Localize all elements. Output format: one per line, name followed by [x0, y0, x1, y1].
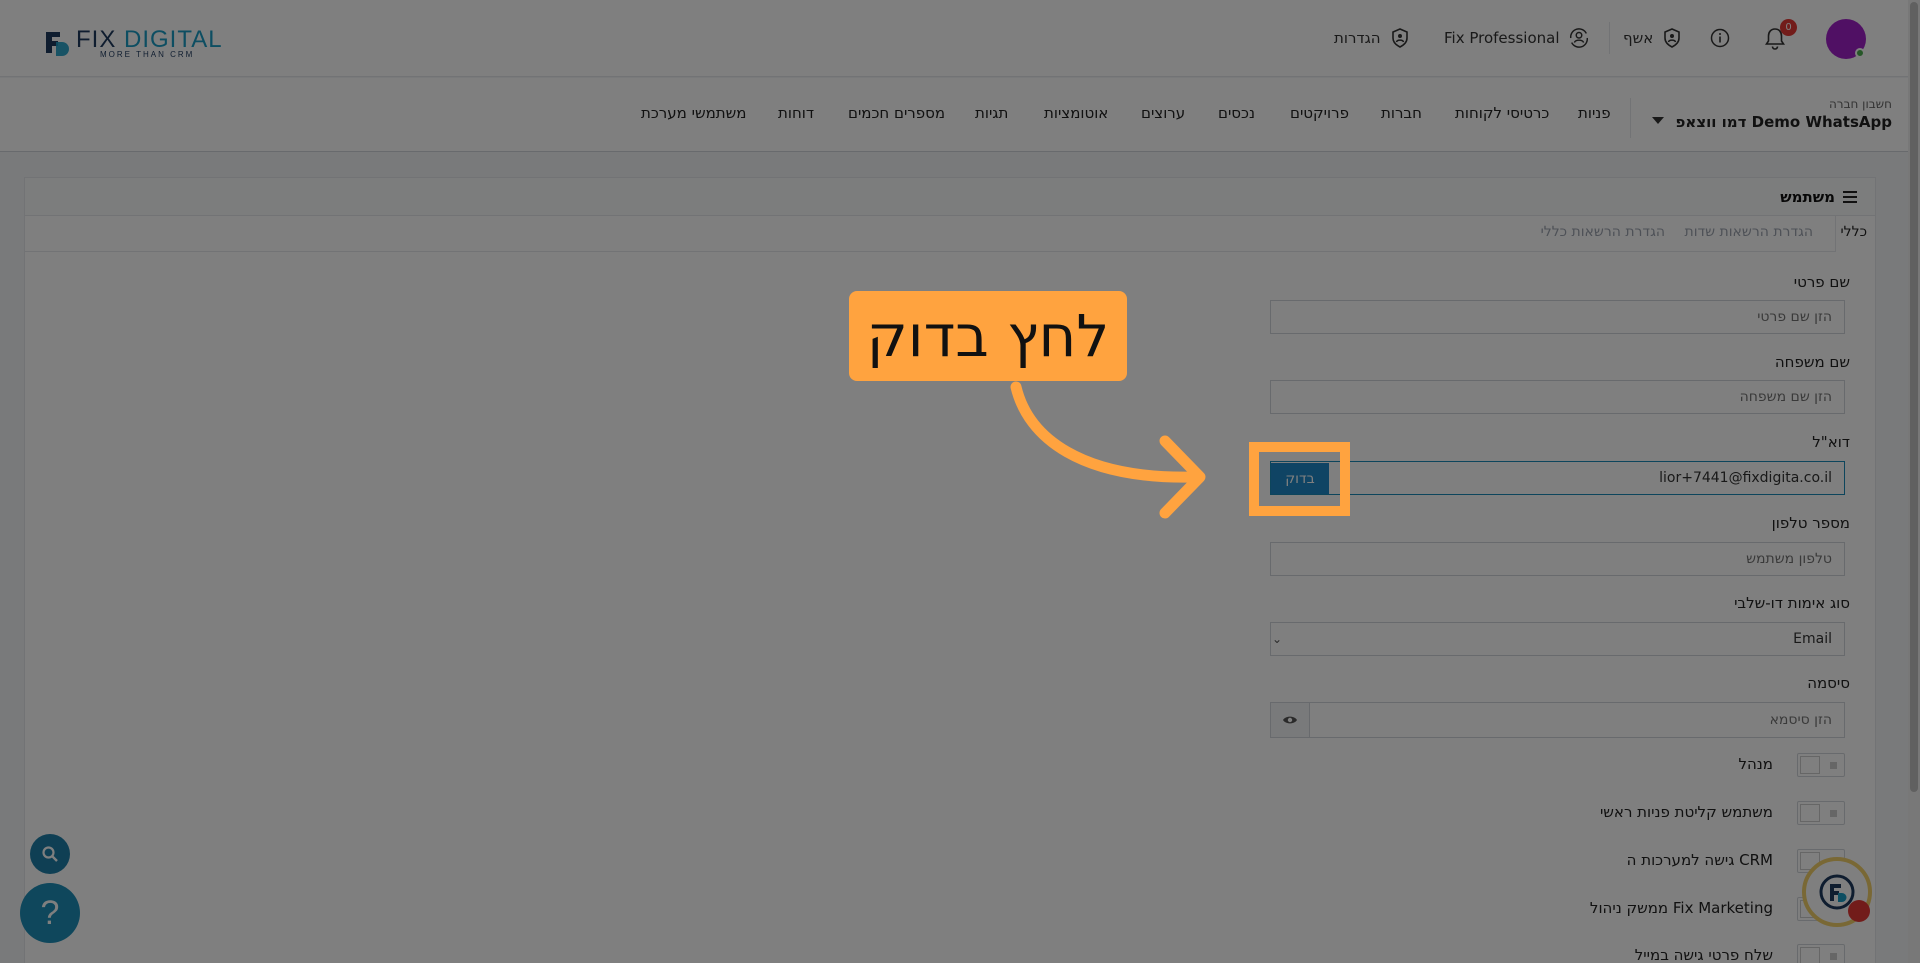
floating-search-button[interactable]: [30, 834, 70, 874]
navbar-divider: [1630, 98, 1631, 138]
toggle-send-access[interactable]: [1797, 944, 1845, 963]
nav-item-inquiries[interactable]: פניות: [1578, 104, 1611, 122]
nav-item-customer-cards[interactable]: כרטיסי לקוחות: [1455, 104, 1549, 122]
tab-general-permissions[interactable]: הגדרת הרשאות כללי: [1541, 224, 1665, 240]
toggle-label-fix-marketing: ממשק ניהול Fix Marketing: [1589, 899, 1773, 917]
phone-label: מספר טלפון: [1771, 514, 1850, 532]
user-label: אשף: [1623, 29, 1654, 47]
email-input[interactable]: [1270, 461, 1845, 495]
show-password-button[interactable]: [1270, 702, 1310, 738]
tab-field-permissions[interactable]: הגדרת הרשאות שדות: [1685, 224, 1813, 240]
password-label: סיסמה: [1807, 674, 1850, 692]
header-divider: [1609, 22, 1610, 54]
nav-item-companies[interactable]: חברות: [1381, 104, 1422, 122]
phone-input[interactable]: [1270, 542, 1845, 576]
shield-user-icon: [1389, 27, 1411, 49]
settings-menu[interactable]: הגדרות: [1334, 27, 1411, 49]
info-button[interactable]: [1709, 27, 1731, 49]
email-label: דוא"ל: [1812, 433, 1850, 451]
nav-item-reports[interactable]: דוחות: [778, 104, 814, 122]
logo-tagline: MORE THAN CRM: [100, 50, 195, 59]
toggle-label-crm-access: גישה למערכות ה CRM: [1626, 851, 1773, 869]
help-button[interactable]: ?: [20, 883, 80, 943]
last-name-label: שם משפחה: [1774, 353, 1850, 371]
list-icon: [1843, 191, 1857, 203]
user-menu[interactable]: אשף: [1623, 27, 1683, 49]
nav-item-tags[interactable]: תגיות: [975, 104, 1008, 122]
tutorial-arrow-icon: [1010, 381, 1206, 519]
nav-item-system-users[interactable]: משתמשי מערכת: [641, 104, 746, 122]
password-input[interactable]: [1309, 702, 1845, 738]
user-sync-icon: [1568, 27, 1590, 49]
chevron-down-icon[interactable]: [1652, 117, 1664, 124]
card-tabs: כללי הגדרת הרשאות שדות הגדרת הרשאות כללי: [25, 216, 1875, 252]
bot-notification-dot: [1848, 900, 1870, 922]
chevron-down-icon: ⌄: [1272, 632, 1283, 646]
fix-professional-menu[interactable]: Fix Professional: [1444, 27, 1590, 49]
settings-label: הגדרות: [1334, 29, 1381, 47]
toggle-label-manager: מנהל: [1738, 755, 1773, 773]
toggle-manager[interactable]: [1797, 753, 1845, 777]
search-icon: [42, 846, 58, 862]
nav-item-channels[interactable]: ערוצים: [1141, 104, 1185, 122]
online-status-dot: [1855, 48, 1865, 58]
top-header: [0, 0, 1908, 77]
eye-icon: [1283, 716, 1297, 724]
company-account-selector[interactable]: חשבון חברה דמו ווצאפ Demo WhatsApp: [1676, 97, 1892, 131]
toggle-label-main-intake: משתמש קליטת פניות ראשי: [1599, 803, 1773, 821]
nav-item-projects[interactable]: פרויקטים: [1290, 104, 1349, 122]
nav-item-smart-numbers[interactable]: מספרים חכמים: [848, 104, 945, 122]
main-navbar: [0, 78, 1908, 152]
shield-user-icon: [1661, 27, 1683, 49]
first-name-input[interactable]: [1270, 300, 1845, 334]
company-account-value: דמו ווצאפ Demo WhatsApp: [1675, 113, 1892, 131]
logo-mark-icon: [46, 32, 69, 56]
company-account-label: חשבון חברה: [1828, 97, 1892, 111]
info-icon: [1709, 27, 1731, 49]
page-scrollbar-thumb[interactable]: [1910, 2, 1918, 792]
card-title: משתמש: [1780, 188, 1857, 206]
card-header: משתמש: [25, 178, 1875, 216]
twofa-select[interactable]: Email: [1270, 622, 1845, 656]
first-name-label: שם פרטי: [1793, 273, 1850, 291]
nav-item-automations[interactable]: אוטומציות: [1044, 104, 1108, 122]
tutorial-callout: לחץ בדוק: [849, 291, 1127, 381]
notification-count-badge: 0: [1780, 19, 1797, 36]
toggle-main-intake[interactable]: [1797, 801, 1845, 825]
fix-digital-logo[interactable]: FIX DIGITAL MORE THAN CRM: [42, 24, 232, 59]
tutorial-highlight-frame: [1249, 442, 1350, 516]
tab-general[interactable]: כללי: [1841, 224, 1867, 240]
fix-professional-label: Fix Professional: [1444, 29, 1560, 47]
toggle-label-send-access: שלח פרטי גישה במייל: [1634, 946, 1773, 963]
twofa-label: סוג אימות דו-שלבי: [1734, 594, 1850, 612]
last-name-input[interactable]: [1270, 380, 1845, 414]
nav-item-assets[interactable]: נכסים: [1218, 104, 1255, 122]
